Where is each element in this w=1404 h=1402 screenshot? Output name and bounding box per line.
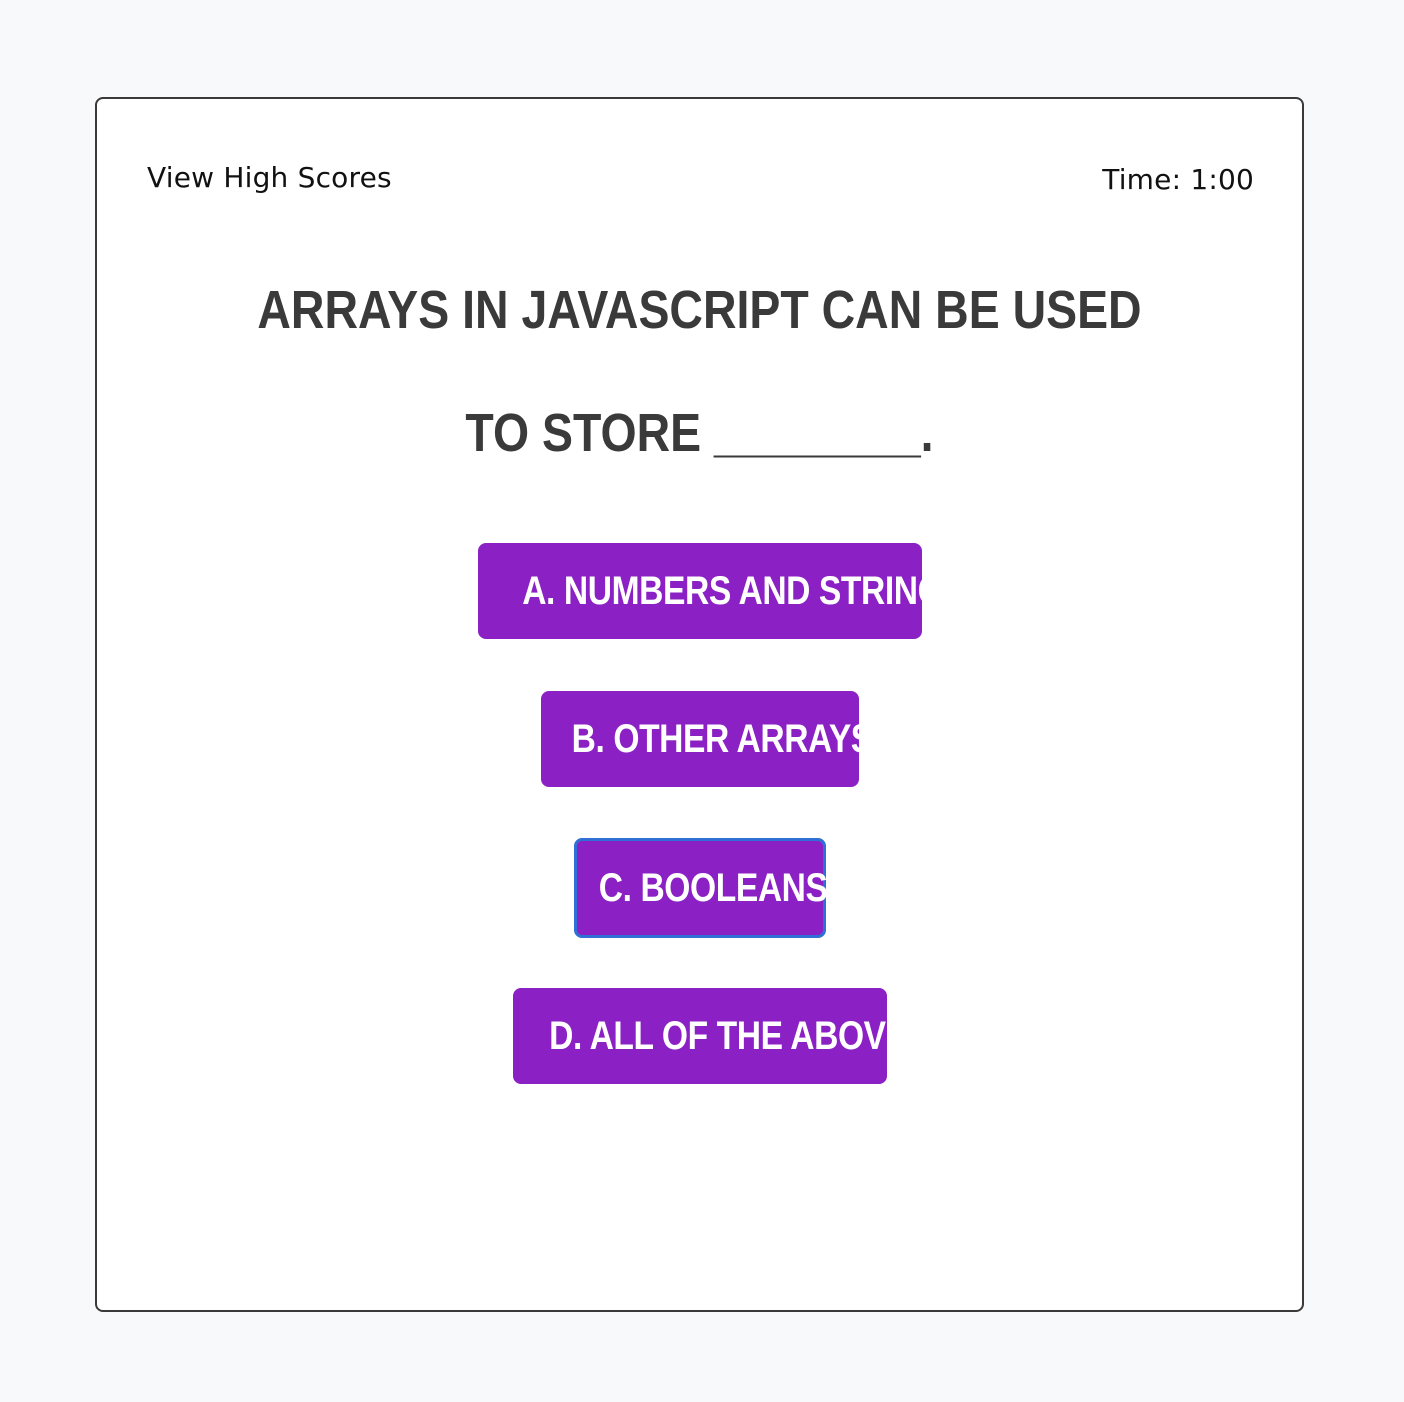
answer-label-b: B. Other Arrays <box>571 716 873 761</box>
question-text: Arrays in JavaScript can be used to stor… <box>257 280 1142 463</box>
answer-list: A. Numbers and Strings B. Other Arrays C… <box>97 543 1302 1084</box>
view-high-scores-link[interactable]: View High Scores <box>147 161 392 194</box>
answer-button-b[interactable]: B. Other Arrays <box>540 691 873 787</box>
quiz-card: View High Scores Time: 1:00 Arrays in Ja… <box>95 97 1304 1312</box>
answer-button-c[interactable]: C. Booleans <box>573 838 828 938</box>
timer: Time: 1:00 <box>1102 163 1254 196</box>
answer-button-a[interactable]: A. Numbers and Strings <box>477 543 965 639</box>
answer-label-a: A. Numbers and Strings <box>521 568 966 613</box>
answer-button-d[interactable]: D. All of the above <box>512 988 908 1084</box>
answer-label-c: C. Booleans <box>598 865 828 910</box>
answer-label-d: D. All of the above <box>548 1013 908 1058</box>
